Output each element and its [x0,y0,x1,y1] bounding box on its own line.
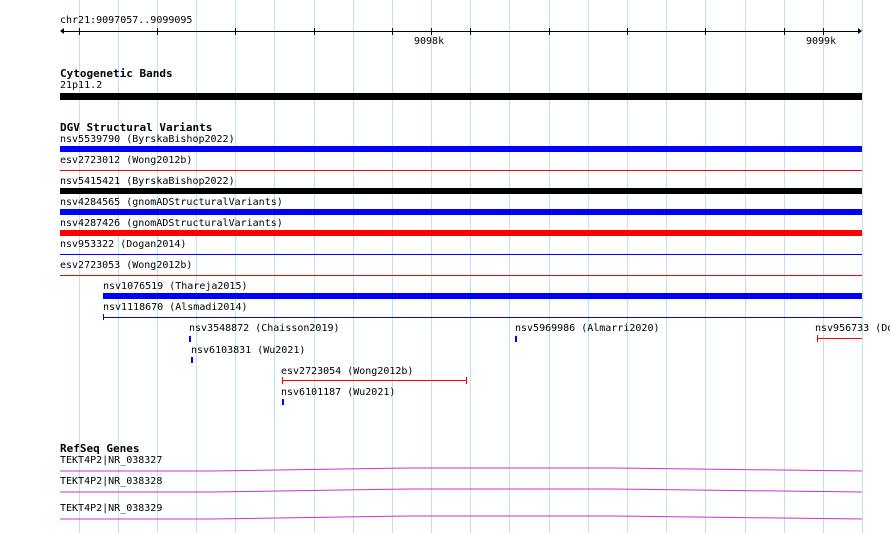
variant-label: nsv6101187 (Wu2021) [281,387,396,398]
variant-end-tick [817,335,818,342]
ruler-tick [157,28,158,35]
variant-feature[interactable] [191,357,193,363]
variant-feature[interactable] [60,146,862,152]
ruler-tick [235,28,236,35]
track-title: Cytogenetic Bands [60,67,173,80]
variant-label: esv2723053 (Wong2012b) [60,260,193,271]
gene-model[interactable] [0,485,890,497]
cytoband-bar[interactable] [60,93,862,100]
variant-feature[interactable] [103,293,862,299]
variant-label: esv2723012 (Wong2012b) [60,155,193,166]
variant-label: nsv5415421 (ByrskaBishop2022) [60,176,235,187]
ruler-axis [61,31,861,32]
variant-feature[interactable] [60,254,862,255]
variant-feature[interactable] [60,170,862,171]
variant-label: nsv1118670 (Alsmadi2014) [103,302,248,313]
variant-feature[interactable] [515,336,517,342]
variant-label: nsv5539790 (ByrskaBishop2022) [60,134,235,145]
ruler-tick-label: 9099k [806,36,837,47]
ruler-tick [470,28,471,35]
track-title: RefSeq Genes [60,442,140,455]
variant-feature[interactable] [60,275,862,276]
variant-end-tick [466,377,467,384]
variant-end-tick [103,314,104,320]
variant-label: nsv4284565 (gnomADStructuralVariants) [60,197,283,208]
variant-label: esv2723054 (Wong2012b) [281,366,414,377]
gene-model[interactable] [0,512,890,524]
variant-feature[interactable] [282,399,284,405]
variant-feature[interactable] [817,338,862,339]
variant-feature[interactable] [60,188,862,194]
ruler-tick [549,28,550,35]
ruler-tick [627,28,628,35]
genome-browser-view: chr21:9097057..9099095 9098k 9099k Cytog… [0,0,890,533]
variant-label: nsv1076519 (Thareja2015) [103,281,248,292]
variant-feature[interactable] [282,380,467,381]
variant-feature[interactable] [60,230,862,236]
cytoband-label: 21p11.2 [60,80,103,91]
variant-label: nsv956733 (Do [815,323,890,334]
ruler-position-label: chr21:9097057..9099095 [60,15,193,26]
ruler-tick [705,28,706,35]
variant-label: nsv6103831 (Wu2021) [191,345,306,356]
ruler-tick [823,28,824,35]
variant-label: nsv953322 (Dogan2014) [60,239,187,250]
ruler-tick [392,28,393,35]
track-title: DGV Structural Variants [60,121,213,134]
ruler-tick [79,28,80,35]
variant-feature[interactable] [189,336,191,342]
variant-feature[interactable] [103,317,862,318]
ruler-tick [431,28,432,35]
variant-end-tick [282,377,283,384]
gene-model[interactable] [0,464,890,476]
variant-feature[interactable] [60,209,862,215]
ruler-tick-label: 9098k [414,36,445,47]
ruler-right-arrow-icon [858,28,862,34]
ruler-tick [784,28,785,35]
ruler-tick [314,28,315,35]
variant-label: nsv5969986 (Almarri2020) [515,323,660,334]
variant-label: nsv4287426 (gnomADStructuralVariants) [60,218,283,229]
variant-label: nsv3548872 (Chaisson2019) [189,323,340,334]
